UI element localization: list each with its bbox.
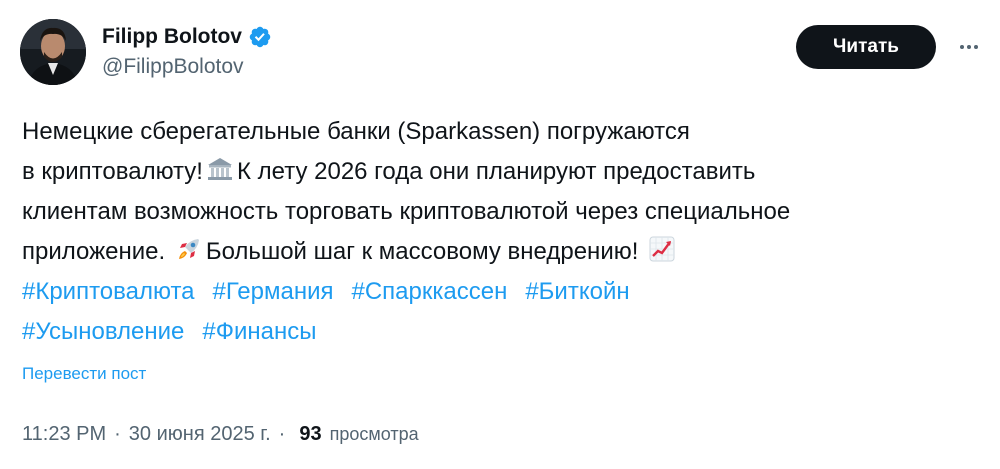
hashtag-link[interactable]: #Криптовалюта (22, 278, 195, 305)
follow-button[interactable]: Читать (796, 25, 936, 69)
rocket-emoji-icon (174, 234, 204, 264)
more-dots-icon[interactable] (954, 32, 984, 62)
tweet-meta: 11:23 PM · 30 июня 2025 г. · 93 просмотр… (22, 423, 419, 446)
meta-separator: · (278, 423, 286, 445)
tweet-time[interactable]: 11:23 PM (22, 423, 106, 446)
tweet-text-line: приложение. Большой шаг к массовому внед… (22, 232, 982, 272)
views-count: 93 (299, 423, 322, 445)
tweet-date[interactable]: 30 июня 2025 г. (129, 423, 271, 446)
tweet-text-segment: Большой шаг к массовому внедрению! (205, 238, 639, 265)
verified-badge-icon[interactable] (248, 25, 272, 49)
hashtag-row: #Усыновление #Финансы (22, 312, 982, 352)
author-avatar[interactable] (20, 19, 86, 85)
translate-post-link[interactable]: Перевести пост (22, 364, 146, 384)
tweet-text-line: в криптовалюту! К лету 2026 года они пла… (22, 152, 982, 192)
hashtag-link[interactable]: #Биткойн (525, 278, 629, 305)
tweet-text-segment: клиентам возможность торговать криптовал… (22, 198, 791, 225)
hashtag-row: #Криптовалюта #Германия #Спарккассен #Битко… (22, 272, 982, 312)
tweet-header: Filipp Bolotov @FilippBolotov Читать (20, 14, 980, 90)
tweet-text-segment: приложение. (22, 238, 166, 265)
tweet-card: Filipp Bolotov @FilippBolotov Читать Нем… (0, 0, 1000, 469)
tweet-text-segment: К лету 2026 года они планируют предостав… (236, 158, 756, 185)
hashtag-link[interactable]: #Финансы (202, 318, 316, 345)
bank-emoji-icon (205, 154, 235, 184)
author-info: Filipp Bolotov @FilippBolotov (102, 24, 272, 80)
views-label: просмотра (329, 424, 419, 444)
author-display-name[interactable]: Filipp Bolotov (102, 24, 242, 50)
tweet-text-line: Немецкие сберегательные банки (Sparkasse… (22, 112, 982, 152)
tweet-text: Немецкие сберегательные банки (Sparkasse… (22, 112, 982, 352)
hashtag-link[interactable]: #Германия (213, 278, 334, 305)
tweet-text-segment: в криптовалюту! (22, 158, 203, 185)
tweet-text-line: клиентам возможность торговать криптовал… (22, 192, 982, 232)
hashtag-link[interactable]: #Спарккассен (351, 278, 507, 305)
hashtag-link[interactable]: #Усыновление (22, 318, 184, 345)
chart-increasing-emoji-icon (647, 234, 677, 264)
avatar-photo (20, 19, 86, 85)
author-name-row: Filipp Bolotov (102, 24, 272, 50)
author-handle[interactable]: @FilippBolotov (102, 54, 272, 80)
meta-separator: · (114, 423, 121, 445)
tweet-text-segment: Немецкие сберегательные банки (Sparkasse… (22, 118, 690, 145)
